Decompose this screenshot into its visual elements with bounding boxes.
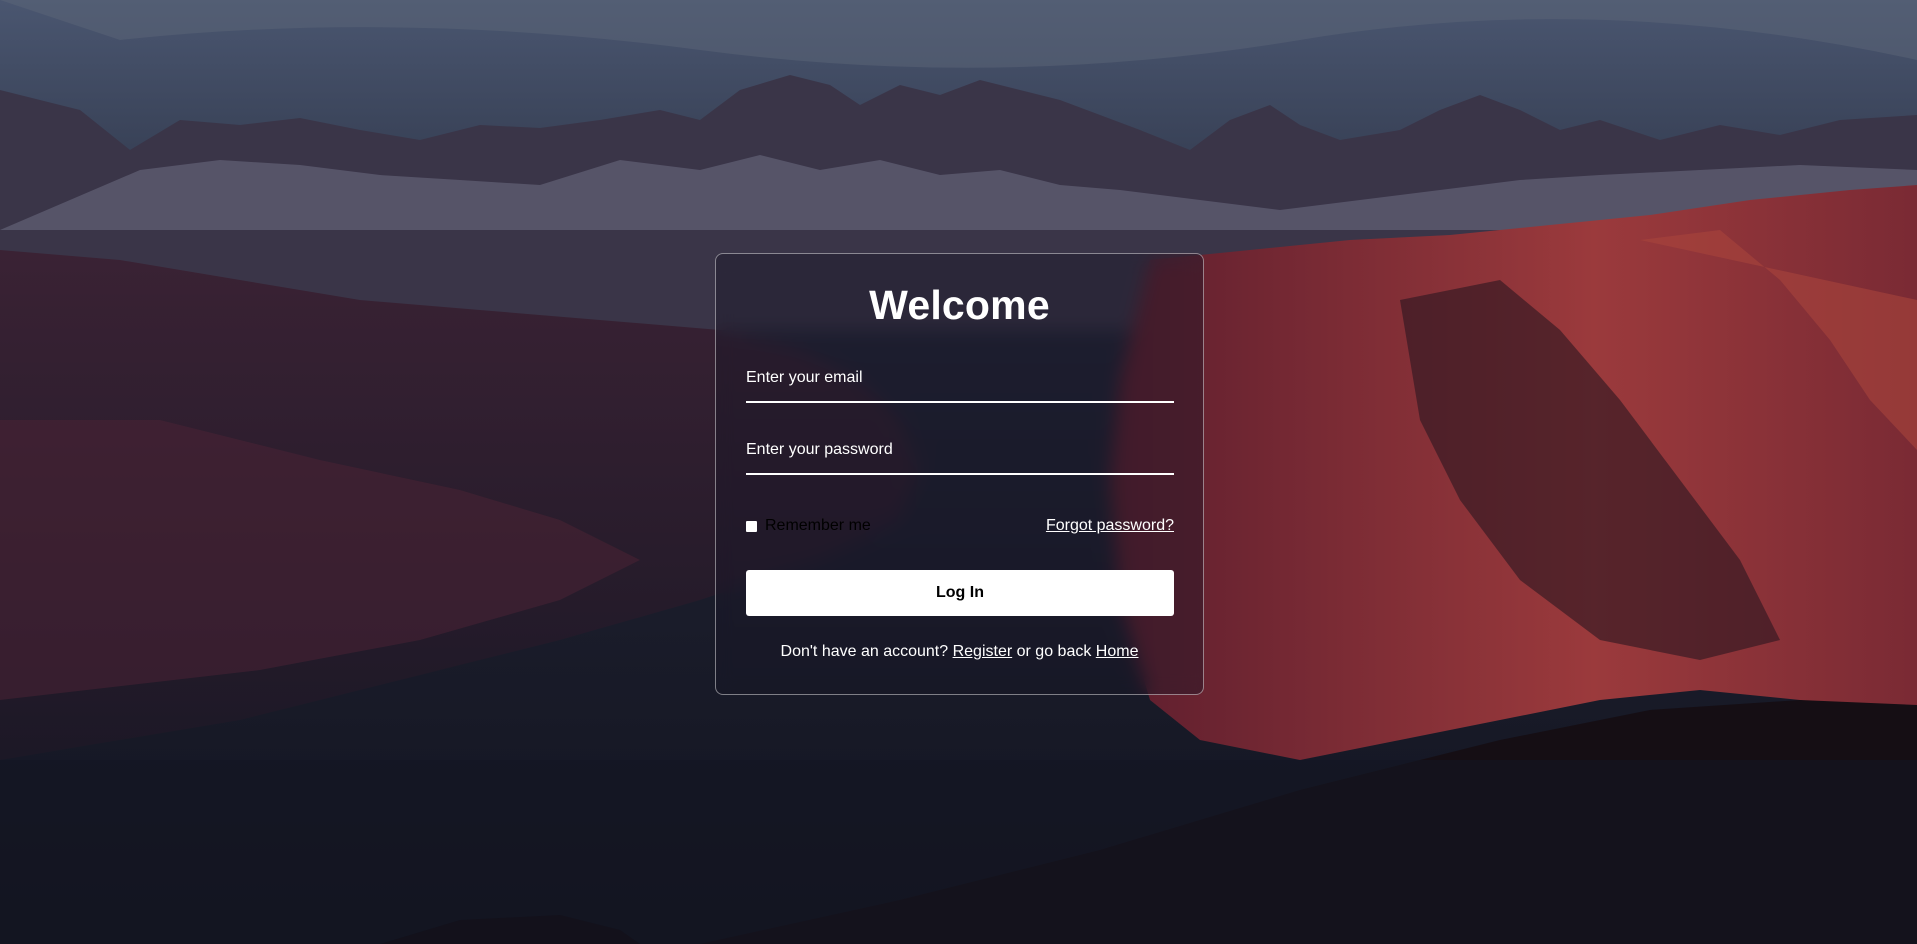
remember-me-label: Remember me — [765, 517, 871, 534]
email-field — [746, 361, 1174, 403]
register-prefix-text: Don't have an account? — [780, 643, 949, 660]
remember-me[interactable]: Remember me — [746, 517, 871, 535]
forgot-password-link[interactable]: Forgot password? — [1046, 517, 1174, 535]
welcome-title: Welcome — [869, 282, 1050, 328]
register-link[interactable]: Register — [953, 643, 1013, 660]
remember-me-checkbox[interactable] — [746, 520, 757, 532]
home-prefix-text: or go back — [1016, 643, 1092, 660]
login-page: Welcome Remember me Forgot password? Log… — [0, 0, 1917, 944]
login-button[interactable]: Log In — [746, 570, 1174, 616]
email-input[interactable] — [746, 361, 1174, 401]
password-field — [746, 433, 1174, 475]
login-options-row: Remember me Forgot password? — [746, 515, 1174, 537]
home-link[interactable]: Home — [1096, 643, 1139, 660]
password-input[interactable] — [746, 433, 1174, 473]
register-prompt: Don't have an account? Register or go ba… — [715, 643, 1204, 661]
